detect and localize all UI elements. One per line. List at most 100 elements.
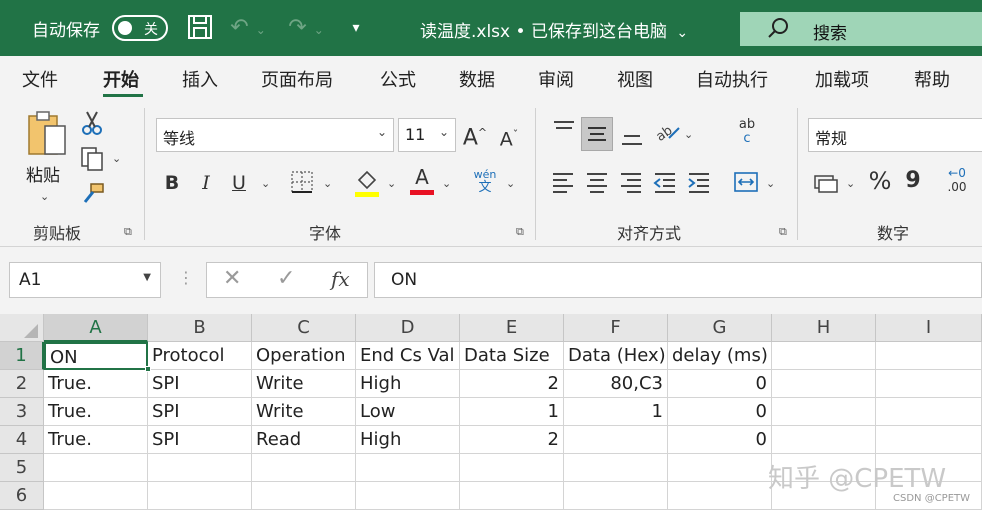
merge-center-icon[interactable] — [732, 170, 760, 201]
column-header-c[interactable]: C — [252, 314, 356, 342]
enter-icon[interactable]: ✓ — [277, 266, 295, 291]
row-header-6[interactable]: 6 — [0, 482, 44, 510]
copy-icon[interactable] — [78, 146, 108, 179]
paste-dropdown-icon[interactable]: ⌄ — [40, 190, 49, 203]
cell-g6[interactable] — [668, 482, 772, 510]
formula-input[interactable]: ON — [374, 262, 982, 298]
align-bottom-icon[interactable] — [618, 122, 646, 155]
cell-b5[interactable] — [148, 454, 252, 482]
cell-e2[interactable]: 2 — [460, 370, 564, 398]
orientation-dropdown-icon[interactable]: ⌄ — [684, 128, 693, 141]
column-header-d[interactable]: D — [356, 314, 460, 342]
cell-f1[interactable]: Data (Hex) — [564, 342, 668, 370]
phonetic-dropdown-icon[interactable]: ⌄ — [506, 177, 515, 190]
cell-i3[interactable] — [876, 398, 982, 426]
percent-style-button[interactable]: % — [866, 168, 894, 194]
cell-a5[interactable] — [44, 454, 148, 482]
bold-button[interactable]: B — [160, 170, 184, 196]
cell-d3[interactable]: Low — [356, 398, 460, 426]
row-header-4[interactable]: 4 — [0, 426, 44, 454]
paste-icon[interactable] — [24, 110, 70, 160]
formula-bar-grip-icon[interactable]: ⋮ — [178, 268, 194, 287]
cell-h4[interactable] — [772, 426, 876, 454]
cell-b4[interactable]: SPI — [148, 426, 252, 454]
cell-g1[interactable]: delay (ms) — [668, 342, 772, 370]
cell-f4[interactable] — [564, 426, 668, 454]
tab-view[interactable]: 视图 — [617, 66, 653, 92]
borders-icon[interactable] — [289, 170, 315, 201]
cell-a6[interactable] — [44, 482, 148, 510]
cell-e6[interactable] — [460, 482, 564, 510]
cell-d2[interactable]: High — [356, 370, 460, 398]
cell-f5[interactable] — [564, 454, 668, 482]
row-header-5[interactable]: 5 — [0, 454, 44, 482]
paste-label[interactable]: 粘贴 — [26, 161, 60, 186]
orientation-icon[interactable]: ab — [652, 118, 682, 151]
italic-button[interactable]: I — [194, 170, 218, 196]
align-middle-icon[interactable] — [581, 117, 613, 151]
wrap-text-icon[interactable]: ab c — [734, 118, 760, 146]
cell-c2[interactable]: Write — [252, 370, 356, 398]
accounting-format-icon[interactable] — [812, 170, 842, 201]
tab-insert[interactable]: 插入 — [182, 66, 218, 92]
cell-d4[interactable]: High — [356, 426, 460, 454]
tab-page-layout[interactable]: 页面布局 — [261, 66, 333, 92]
cell-a4[interactable]: True. — [44, 426, 148, 454]
cancel-icon[interactable]: ✕ — [223, 266, 241, 291]
phonetic-guide-icon[interactable]: wén 文 — [470, 168, 500, 194]
cell-a2[interactable]: True. — [44, 370, 148, 398]
cell-h1[interactable] — [772, 342, 876, 370]
cell-c6[interactable] — [252, 482, 356, 510]
tab-addins[interactable]: 加载项 — [815, 66, 869, 92]
clipboard-launcher-icon[interactable]: ⧉ — [124, 225, 132, 239]
cell-a3[interactable]: True. — [44, 398, 148, 426]
font-size-combo[interactable]: 11 ⌄ — [398, 118, 456, 152]
tab-data[interactable]: 数据 — [459, 66, 495, 92]
row-header-1[interactable]: 1 — [0, 342, 44, 370]
merge-dropdown-icon[interactable]: ⌄ — [766, 177, 775, 190]
document-title[interactable]: 读温度.xlsx • 已保存到这台电脑 ⌄ — [420, 17, 688, 42]
cell-b2[interactable]: SPI — [148, 370, 252, 398]
column-header-a[interactable]: A — [44, 314, 148, 342]
borders-dropdown-icon[interactable]: ⌄ — [323, 177, 332, 190]
column-header-e[interactable]: E — [460, 314, 564, 342]
font-launcher-icon[interactable]: ⧉ — [516, 225, 524, 239]
increase-indent-icon[interactable] — [686, 170, 712, 201]
underline-dropdown-icon[interactable]: ⌄ — [261, 177, 270, 190]
cell-e5[interactable] — [460, 454, 564, 482]
cut-icon[interactable] — [80, 110, 104, 143]
cell-b6[interactable] — [148, 482, 252, 510]
row-header-2[interactable]: 2 — [0, 370, 44, 398]
underline-button[interactable]: U — [227, 170, 251, 196]
search-box[interactable]: 搜索 — [740, 12, 982, 46]
column-header-g[interactable]: G — [668, 314, 772, 342]
cell-i4[interactable] — [876, 426, 982, 454]
alignment-launcher-icon[interactable]: ⧉ — [779, 225, 787, 239]
align-left-icon[interactable] — [550, 170, 576, 201]
cell-d5[interactable] — [356, 454, 460, 482]
fill-color-dropdown-icon[interactable]: ⌄ — [387, 177, 396, 190]
fill-handle[interactable] — [145, 366, 151, 372]
tab-home[interactable]: 开始 — [103, 66, 139, 92]
tab-automate[interactable]: 自动执行 — [696, 66, 768, 92]
select-all-corner[interactable] — [0, 314, 44, 342]
decrease-indent-icon[interactable] — [652, 170, 678, 201]
grow-font-icon[interactable]: A^ — [462, 120, 488, 151]
font-name-combo[interactable]: 等线 ⌄ — [156, 118, 394, 152]
align-center-icon[interactable] — [584, 170, 610, 201]
cell-g2[interactable]: 0 — [668, 370, 772, 398]
insert-function-icon[interactable]: fx — [331, 267, 350, 291]
redo-icon[interactable]: ↷ ⌄ — [286, 13, 326, 43]
cell-b1[interactable]: Protocol — [148, 342, 252, 370]
align-top-icon[interactable] — [550, 118, 578, 149]
font-color-icon[interactable]: A — [408, 166, 436, 195]
number-format-combo[interactable]: 常规 — [808, 118, 982, 152]
copy-dropdown-icon[interactable]: ⌄ — [112, 152, 121, 165]
cell-g3[interactable]: 0 — [668, 398, 772, 426]
cell-c3[interactable]: Write — [252, 398, 356, 426]
cell-e3[interactable]: 1 — [460, 398, 564, 426]
shrink-font-icon[interactable]: Aˇ — [496, 122, 522, 152]
fill-color-icon[interactable] — [353, 168, 381, 205]
increase-decimal-button[interactable]: ←0.00 — [940, 166, 974, 194]
cell-a1[interactable]: ON — [44, 342, 148, 370]
